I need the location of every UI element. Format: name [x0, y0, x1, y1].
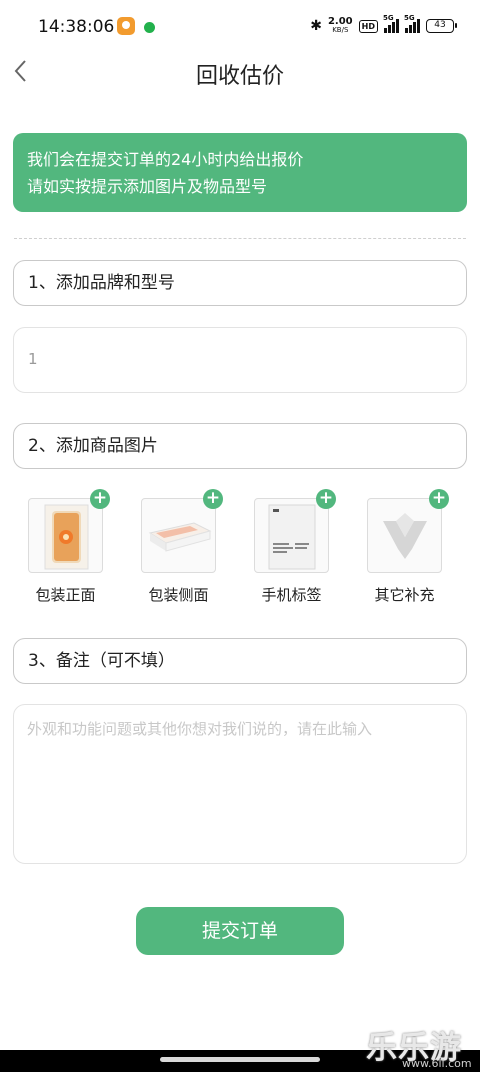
status-bar: 14:38:06 ✱ 2.00 KB/S HD 5G 5G 43 — [0, 0, 480, 52]
phone-front-image — [28, 498, 103, 573]
signal-icon: 5G — [383, 14, 399, 33]
notice-banner: 我们会在提交订单的24小时内给出报价 请如实按提示添加图片及物品型号 — [13, 133, 467, 212]
status-right: ✱ 2.00 KB/S HD 5G 5G 43 — [310, 14, 457, 35]
speed-unit: KB/S — [332, 26, 349, 34]
section-brand-model[interactable]: 1、添加品牌和型号 — [13, 260, 467, 306]
placeholder-logo-image — [367, 498, 442, 573]
notice-line-1: 我们会在提交订单的24小时内给出报价 — [27, 150, 304, 169]
label-image — [254, 498, 329, 573]
add-photo-label-icon[interactable]: + — [316, 489, 336, 509]
page-title: 回收估价 — [195, 64, 284, 89]
battery-icon: 43 — [426, 19, 457, 33]
add-photo-other-icon[interactable]: + — [429, 489, 449, 509]
submit-order-button[interactable]: 提交订单 — [136, 907, 344, 955]
video-app-icon — [117, 17, 135, 35]
signal-icon: 5G — [404, 14, 420, 33]
watermark-url: www.6ll.com — [402, 1057, 472, 1070]
section-remark[interactable]: 3、备注（可不填） — [13, 638, 467, 684]
add-photo-front-icon[interactable]: + — [90, 489, 110, 509]
hd-badge: HD — [358, 19, 378, 33]
chat-app-icon — [144, 22, 155, 33]
photo-label-front: 包装正面 — [35, 586, 96, 604]
photo-label-side: 包装侧面 — [148, 586, 209, 604]
box-side-image — [141, 498, 216, 573]
remark-textarea[interactable]: 外观和功能问题或其他你想对我们说的，请在此输入 — [13, 704, 467, 864]
model-input-value: 1 — [28, 350, 38, 368]
dashed-divider — [14, 238, 466, 239]
network-speed: 2.00 KB/S — [328, 17, 353, 35]
signal2-label: 5G — [404, 14, 415, 22]
remark-placeholder: 外观和功能问题或其他你想对我们说的，请在此输入 — [27, 720, 373, 738]
photo-label-other: 其它补充 — [374, 586, 435, 604]
photo-grid: + 包装正面 + 包装侧面 + 手机标签 + 其它补充 — [0, 489, 480, 610]
photo-label-label: 手机标签 — [261, 586, 322, 604]
bluetooth-icon: ✱ — [310, 18, 322, 34]
signal1-label: 5G — [383, 14, 394, 22]
status-time: 14:38:06 — [38, 17, 115, 37]
model-input[interactable]: 1 — [13, 327, 467, 393]
notice-line-2: 请如实按提示添加图片及物品型号 — [27, 177, 268, 196]
speed-value: 2.00 — [327, 16, 353, 27]
section-product-images[interactable]: 2、添加商品图片 — [13, 423, 467, 469]
add-photo-side-icon[interactable]: + — [203, 489, 223, 509]
home-indicator[interactable] — [160, 1057, 320, 1062]
